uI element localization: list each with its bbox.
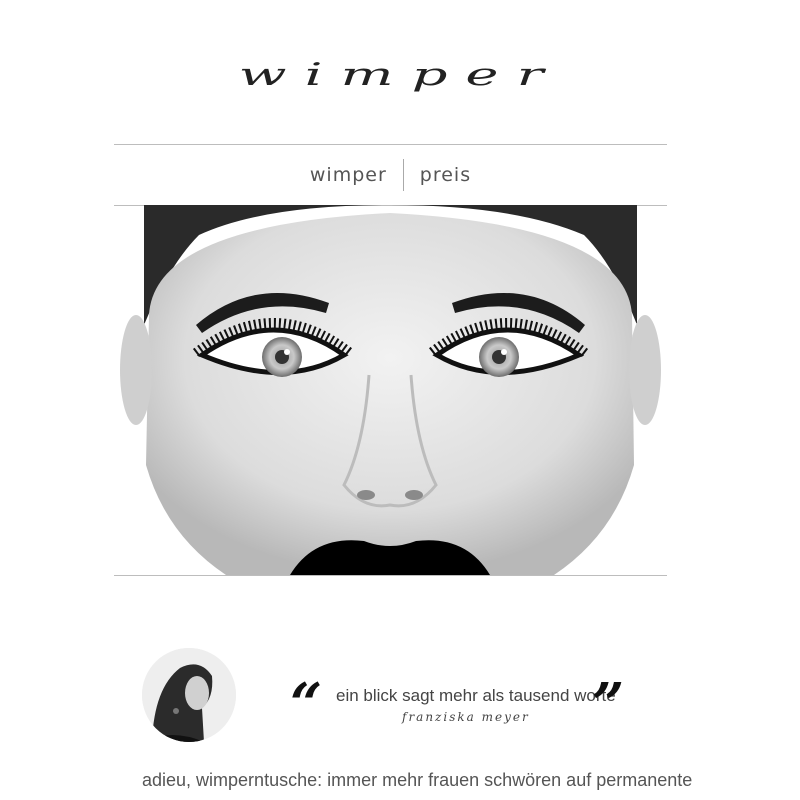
nav-item-wimper[interactable]: wimper bbox=[294, 164, 403, 186]
open-quote-icon: “ bbox=[290, 671, 323, 737]
quote-author: franziska meyer bbox=[402, 710, 530, 724]
article-headline[interactable]: adieu, wimperntusche: immer mehr frauen … bbox=[142, 770, 702, 791]
logo-text: wimper bbox=[238, 56, 562, 93]
face-illustration bbox=[120, 205, 661, 575]
hero-image bbox=[114, 205, 667, 576]
nav-item-preis[interactable]: preis bbox=[404, 164, 487, 186]
avatar bbox=[142, 648, 236, 742]
portrait-icon bbox=[142, 648, 236, 742]
site-logo[interactable]: wimper bbox=[0, 40, 800, 120]
quote-text: ein blick sagt mehr als tausend worte bbox=[336, 686, 616, 705]
main-nav: wimper preis bbox=[114, 144, 667, 206]
close-quote-icon: ” bbox=[592, 671, 625, 737]
testimonial: “ ein blick sagt mehr als tausend worte … bbox=[142, 648, 662, 743]
